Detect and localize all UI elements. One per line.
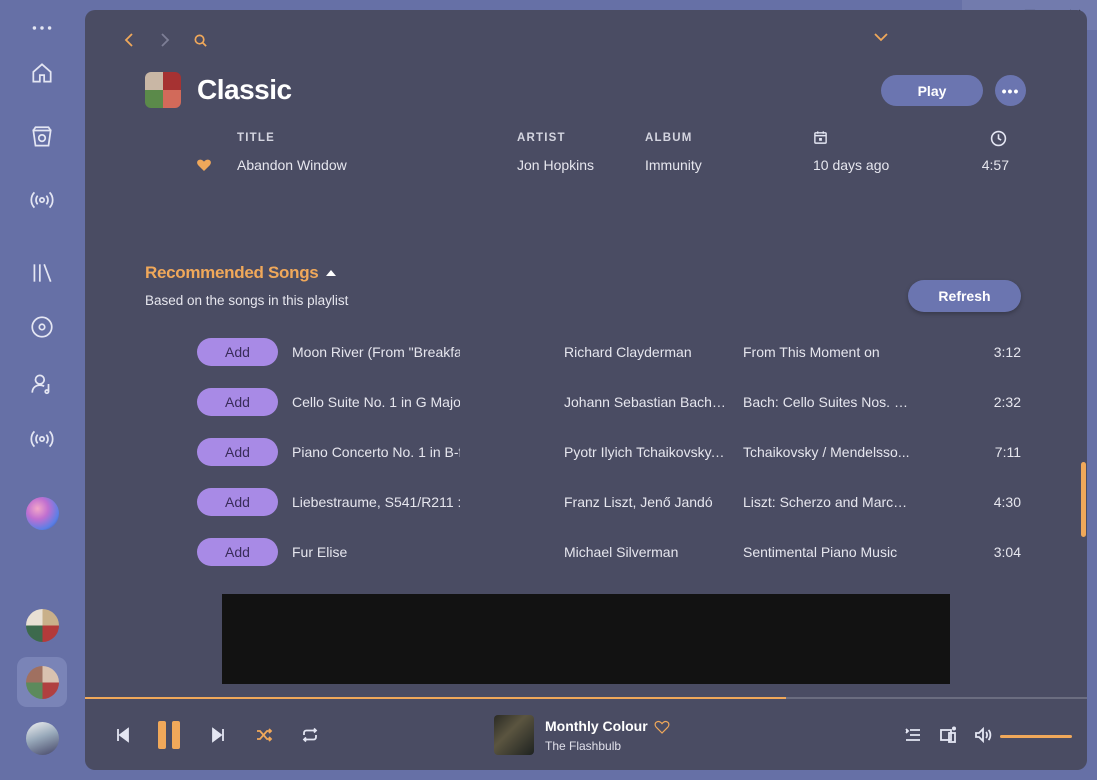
add-button[interactable]: Add [197, 488, 278, 516]
heart-filled-icon[interactable] [196, 157, 212, 176]
play-button[interactable]: Play [881, 75, 983, 106]
main-panel: Classic Play ••• TITLE ARTIST ALBUM Aban… [85, 10, 1087, 770]
section-subtitle: Based on the songs in this playlist [145, 293, 349, 308]
add-button[interactable]: Add [197, 388, 278, 416]
column-header-artist[interactable]: ARTIST [517, 132, 566, 144]
playlist-cover [145, 72, 181, 108]
recommended-row[interactable]: Add Cello Suite No. 1 in G Majoı Johann … [85, 382, 1087, 422]
refresh-button[interactable]: Refresh [908, 280, 1021, 312]
section-title: Recommended Songs [145, 263, 319, 282]
song-title: Cello Suite No. 1 in G Majoı [292, 394, 460, 410]
song-album[interactable]: Bach: Cello Suites Nos. 1,... [743, 394, 911, 410]
recommended-row[interactable]: Add Moon River (From "Breakfa Richard Cl… [85, 332, 1087, 372]
back-icon[interactable] [121, 32, 137, 53]
now-playing-artist[interactable]: The Flashbulb [545, 739, 621, 753]
scrollbar-thumb[interactable] [1081, 462, 1086, 537]
song-artist[interactable]: Richard Clayderman [564, 344, 728, 360]
disc-icon[interactable] [27, 312, 57, 342]
devices-icon[interactable] [938, 725, 958, 745]
column-header-title[interactable]: TITLE [237, 132, 275, 144]
song-artist[interactable]: Johann Sebastian Bach, ... [564, 394, 728, 410]
song-duration: 3:12 [993, 344, 1021, 360]
video-placeholder [222, 594, 950, 684]
player-bar: Monthly Colour The Flashbulb [85, 699, 1087, 770]
chevron-down-icon[interactable] [872, 28, 890, 51]
clock-icon[interactable] [990, 130, 1007, 150]
library-icon[interactable] [27, 258, 57, 288]
song-title: Liebestraume, S541/R211 : [292, 494, 460, 510]
add-button[interactable]: Add [197, 438, 278, 466]
volume-slider[interactable] [1000, 735, 1072, 738]
previous-icon[interactable] [113, 725, 133, 745]
song-artist[interactable]: Pyotr Ilyich Tchaikovsky, ... [564, 444, 728, 460]
track-date-added: 10 days ago [813, 157, 890, 173]
song-artist[interactable]: Franz Liszt, Jenő Jandó [564, 494, 728, 510]
song-duration: 4:30 [993, 494, 1021, 510]
add-button[interactable]: Add [197, 338, 278, 366]
more-icon[interactable] [27, 13, 57, 43]
playlist-avatar-selected[interactable] [17, 657, 67, 707]
playlist-avatar[interactable] [26, 497, 59, 530]
page-title: Classic [197, 74, 292, 105]
playlist-avatar[interactable] [26, 722, 59, 755]
more-options-button[interactable]: ••• [995, 75, 1026, 106]
heart-outline-icon[interactable] [654, 719, 670, 740]
track-artist[interactable]: Jon Hopkins [517, 157, 594, 173]
track-duration: 4:57 [981, 157, 1009, 173]
volume-icon[interactable] [973, 725, 993, 745]
radio-icon[interactable] [27, 185, 57, 215]
recommended-row[interactable]: Add Fur Elise Michael Silverman Sentimen… [85, 532, 1087, 572]
add-button[interactable]: Add [197, 538, 278, 566]
song-album[interactable]: Liszt: Scherzo and March... [743, 494, 911, 510]
now-playing-cover[interactable] [494, 715, 534, 755]
song-title: Moon River (From "Breakfa [292, 344, 460, 360]
top-nav [121, 32, 208, 53]
playlist-avatar[interactable] [26, 609, 59, 642]
podcast-icon[interactable] [27, 424, 57, 454]
forward-icon[interactable] [157, 32, 173, 53]
pause-button[interactable] [158, 721, 184, 749]
queue-icon[interactable] [903, 725, 923, 745]
song-duration: 7:11 [994, 444, 1021, 460]
repeat-icon[interactable] [300, 725, 320, 745]
playlist-header: Classic [145, 72, 292, 108]
now-playing-title[interactable]: Monthly Colour [545, 718, 648, 734]
sidebar [0, 0, 85, 780]
song-duration: 3:04 [993, 544, 1021, 560]
next-icon[interactable] [208, 725, 228, 745]
song-title: Piano Concerto No. 1 in B-f [292, 444, 460, 460]
recommended-row[interactable]: Add Piano Concerto No. 1 in B-f Pyotr Il… [85, 432, 1087, 472]
home-icon[interactable] [27, 58, 57, 88]
song-album[interactable]: Sentimental Piano Music [743, 544, 911, 560]
explore-icon[interactable] [27, 122, 57, 152]
track-album[interactable]: Immunity [645, 157, 702, 173]
calendar-icon[interactable] [813, 130, 828, 148]
shuffle-icon[interactable] [254, 725, 274, 745]
recommended-row[interactable]: Add Liebestraume, S541/R211 : Franz Lisz… [85, 482, 1087, 522]
song-title: Fur Elise [292, 544, 348, 560]
song-duration: 2:32 [993, 394, 1021, 410]
artist-icon[interactable] [27, 369, 57, 399]
column-header-album[interactable]: ALBUM [645, 132, 693, 144]
recommended-header[interactable]: Recommended Songs [145, 263, 337, 283]
song-album[interactable]: From This Moment on [743, 344, 911, 360]
track-title: Abandon Window [237, 157, 347, 173]
search-icon[interactable] [193, 33, 208, 53]
song-artist[interactable]: Michael Silverman [564, 544, 728, 560]
collapse-triangle-icon[interactable] [326, 270, 337, 276]
song-album[interactable]: Tchaikovsky / Mendelsso... [743, 444, 911, 460]
